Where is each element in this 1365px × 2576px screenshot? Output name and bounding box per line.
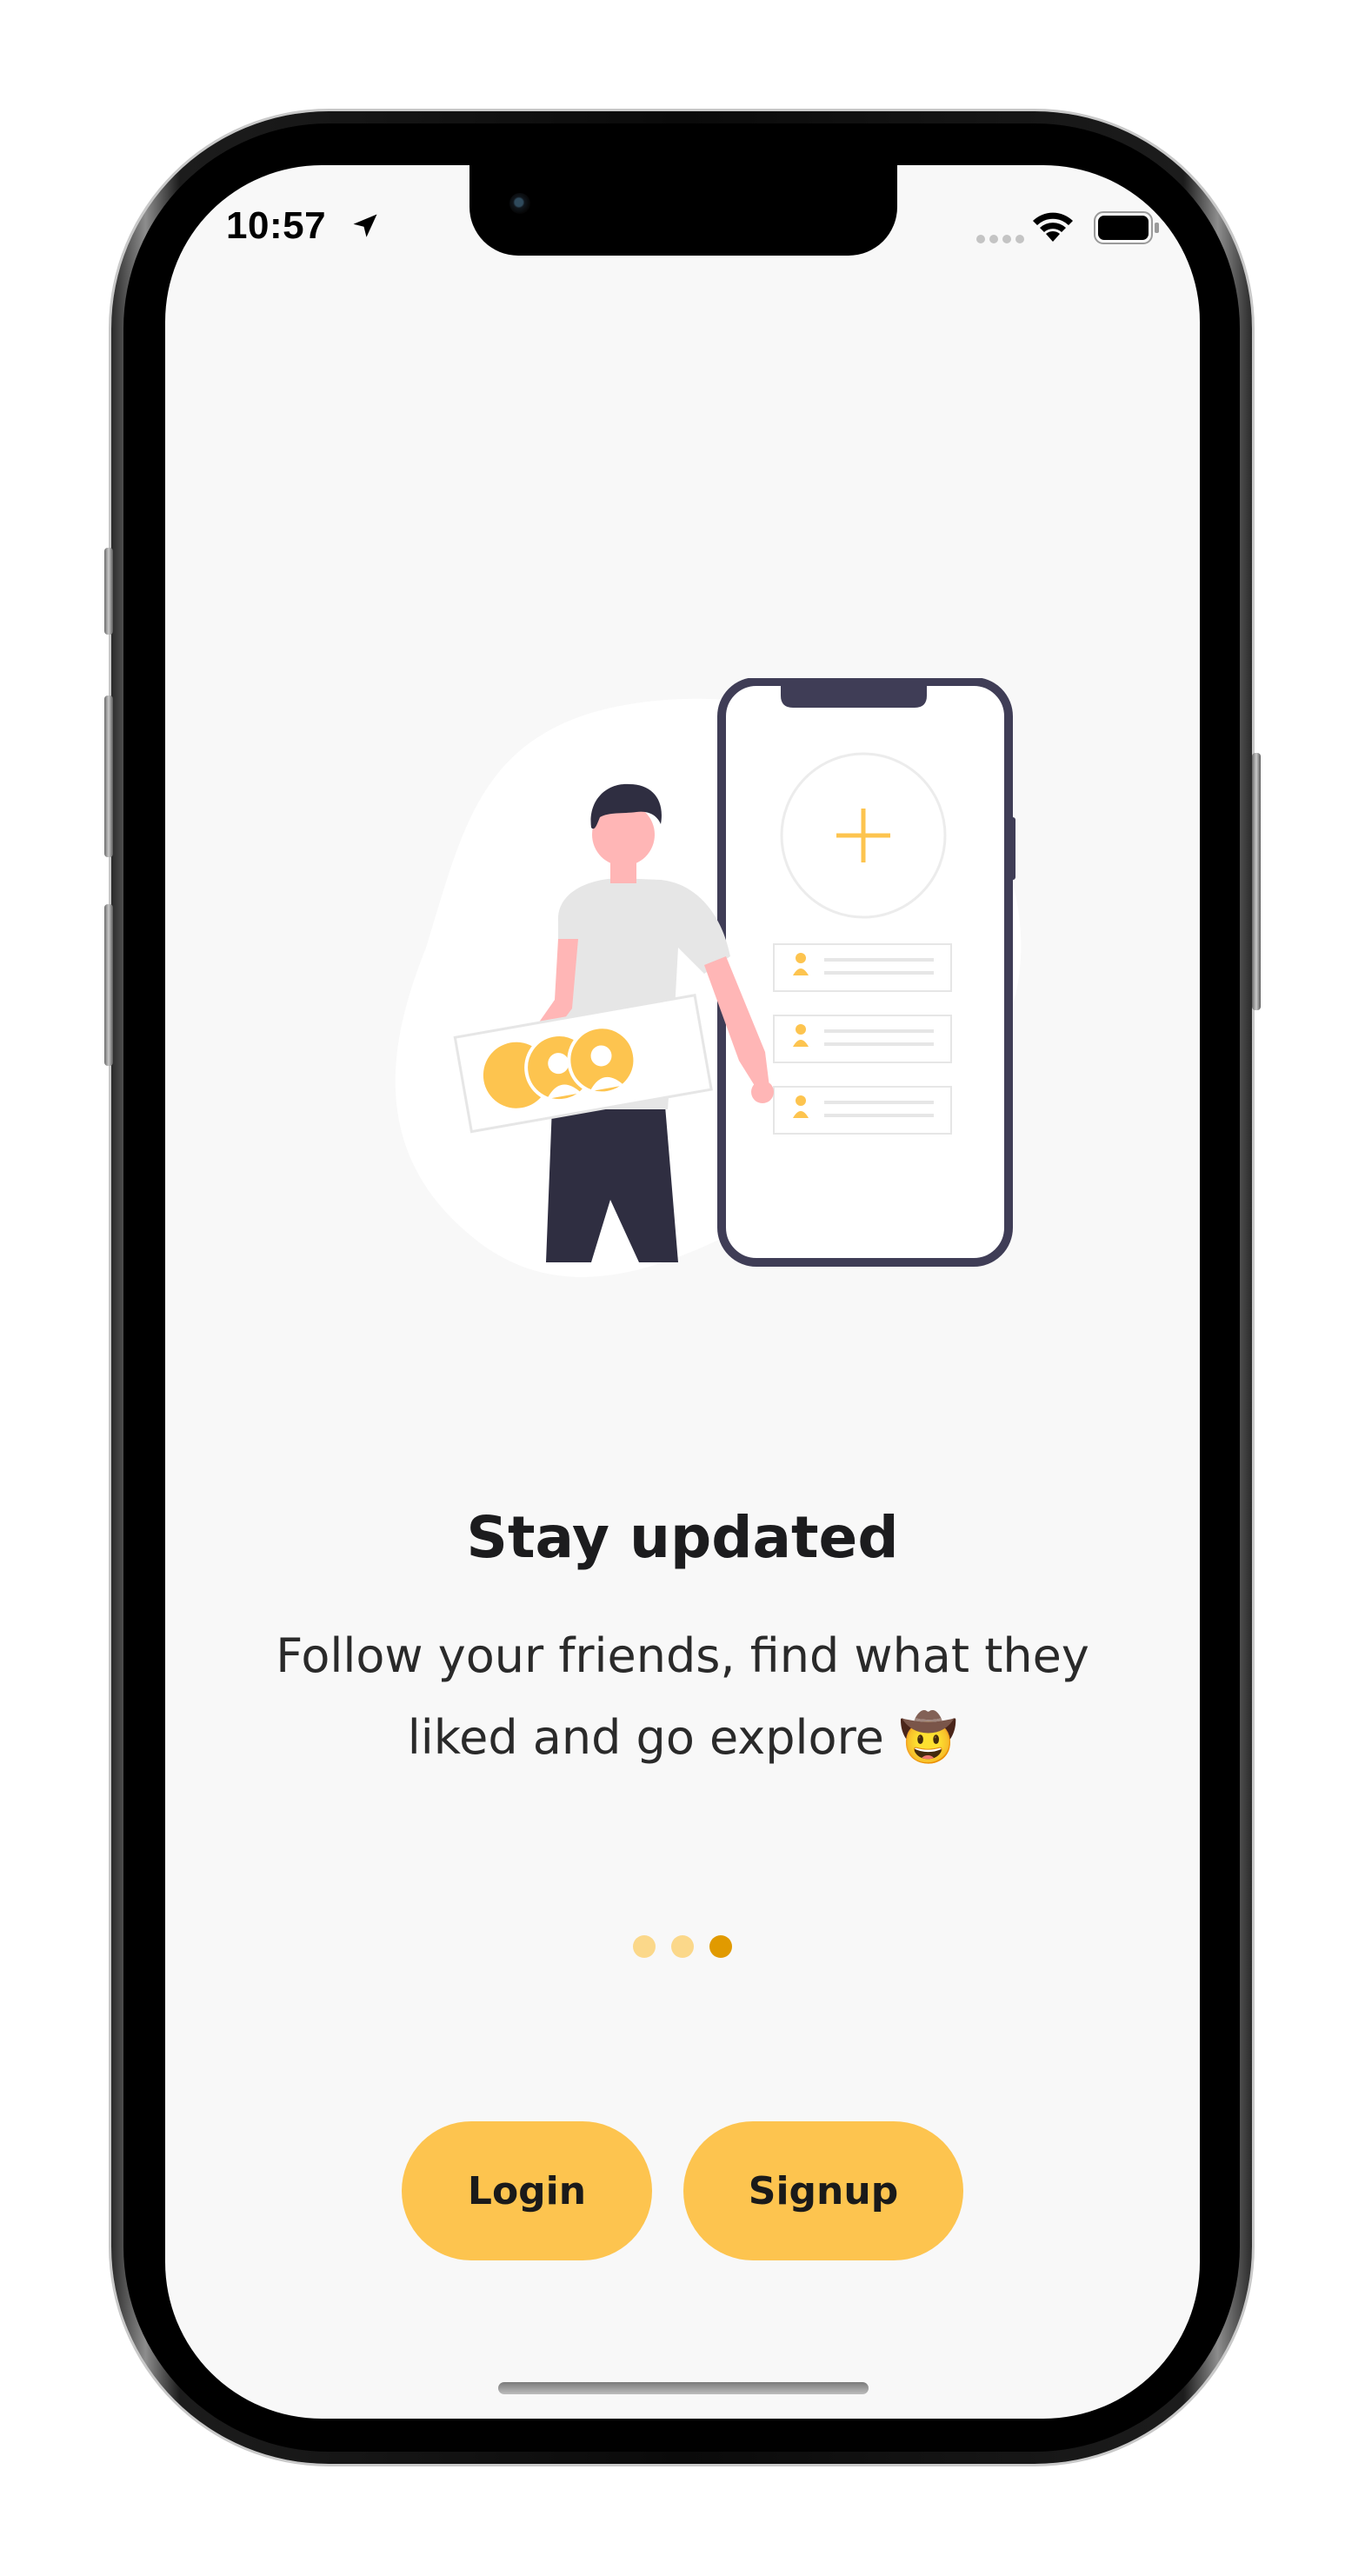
login-button[interactable]: Login — [402, 2121, 652, 2260]
wifi-icon — [1033, 212, 1073, 242]
volume-up-button — [104, 696, 113, 857]
home-indicator[interactable] — [498, 2382, 869, 2394]
location-arrow-icon — [353, 214, 377, 237]
page-indicator[interactable] — [165, 1935, 1200, 1958]
page-dot-active[interactable] — [709, 1935, 732, 1958]
person-with-phone-illustration — [395, 678, 1022, 1277]
onboarding-subtitle: Follow your friends, find what they like… — [276, 1628, 1089, 1765]
battery-icon — [1094, 211, 1159, 244]
page-dot[interactable] — [671, 1935, 694, 1958]
status-time: 10:57 — [226, 204, 327, 247]
list-card — [773, 1086, 952, 1135]
list-card — [773, 1015, 952, 1063]
volume-down-button — [104, 904, 113, 1066]
notch — [469, 165, 897, 256]
front-camera — [509, 193, 530, 214]
signup-button[interactable]: Signup — [683, 2121, 963, 2260]
app-screen: 10:57 Stay updated Follow your friends, … — [165, 165, 1200, 2419]
page-dot[interactable] — [633, 1935, 656, 1958]
cellular-signal-icon — [976, 235, 1024, 243]
power-button — [1252, 753, 1261, 1010]
onboarding-title: Stay updated — [466, 1504, 899, 1571]
silent-switch — [104, 548, 113, 635]
list-card — [773, 943, 952, 992]
